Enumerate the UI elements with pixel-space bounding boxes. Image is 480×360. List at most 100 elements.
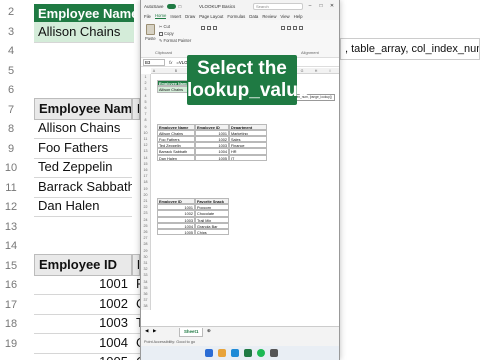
bg-row-number: 12 xyxy=(4,201,18,213)
bg-table3-snack-cell: P xyxy=(132,274,140,295)
bold-icon[interactable] xyxy=(201,26,205,30)
bg-row-number: 5 xyxy=(7,64,15,77)
t2-data-cell[interactable]: IT xyxy=(229,154,267,161)
underline-icon[interactable] xyxy=(213,26,217,30)
format-painter-label: Format Painter xyxy=(163,38,192,43)
tab-review[interactable]: Review xyxy=(262,14,276,19)
tab-view[interactable]: View xyxy=(280,14,289,19)
bg-row-number: 19 xyxy=(4,337,18,350)
bg-top-header-name: Employee Name xyxy=(34,4,134,24)
bg-row-number: 3 xyxy=(7,25,15,38)
bg-top-value: Allison Chains xyxy=(34,22,134,43)
bg-table3-id-cell: 1005 xyxy=(34,352,132,360)
bg-row-number: 4 xyxy=(7,45,15,57)
tab-help[interactable]: Help xyxy=(294,14,303,19)
name-box[interactable]: B3 xyxy=(143,58,165,66)
bg-row-number: 2 xyxy=(7,6,15,18)
column-header[interactable]: G xyxy=(295,68,309,74)
column-header[interactable]: I xyxy=(323,68,337,74)
tab-home[interactable]: Home xyxy=(154,13,167,19)
bg-row-number: 13 xyxy=(4,220,18,233)
tab-page-layout[interactable]: Page Layout xyxy=(199,14,223,19)
tab-file[interactable]: File xyxy=(144,14,151,19)
paste-button[interactable]: Paste xyxy=(145,24,156,41)
save-icon[interactable]: □ xyxy=(179,4,182,9)
paste-label: Paste xyxy=(145,36,156,41)
bg-table3-snack-cell: C xyxy=(132,352,140,360)
caption-line-2: lookup_value xyxy=(187,80,309,101)
copy-button[interactable]: Copy xyxy=(159,31,174,36)
bg-row-number: 18 xyxy=(4,318,18,330)
copy-icon xyxy=(159,31,163,36)
column-header[interactable]: J xyxy=(337,68,339,74)
next-sheet-icon[interactable]: ▶ xyxy=(153,328,156,334)
tab-insert[interactable]: Insert xyxy=(170,14,181,19)
autosave-label: AutoSave xyxy=(144,3,164,9)
title-bar: AutoSave □ VLOOKUP Basics Search – □ ✕ xyxy=(141,0,339,12)
cut-button[interactable]: ✂ Cut xyxy=(159,24,170,29)
align-left-icon[interactable] xyxy=(281,26,285,30)
start-icon[interactable] xyxy=(204,349,213,357)
copy-label: Copy xyxy=(164,31,174,36)
t2-data-cell[interactable]: 1005 xyxy=(195,154,229,161)
sheet-tab-sheet1[interactable]: Sheet1 xyxy=(179,328,204,337)
scissors-icon: ✂ xyxy=(159,24,163,29)
bg-table3-snack-cell: T xyxy=(132,313,140,334)
bg-table3-snack-cell: G xyxy=(132,333,140,354)
taskbar xyxy=(141,346,339,360)
autosave-toggle[interactable] xyxy=(166,3,176,9)
format-painter-button[interactable]: ✎ Format Painter xyxy=(159,38,191,43)
window-title: VLOOKUP Basics xyxy=(199,3,236,9)
bg-table2-header-name: Employee Name xyxy=(34,98,132,120)
caption-overlay: Select the lookup_value xyxy=(187,55,309,105)
minimize-icon[interactable]: – xyxy=(306,3,314,9)
paste-icon xyxy=(145,24,155,35)
add-sheet-icon[interactable]: ⊕ xyxy=(207,328,211,334)
status-bar: Point Accessibility: Good to go xyxy=(141,338,339,346)
row-header[interactable]: 38 xyxy=(141,303,151,310)
close-icon[interactable]: ✕ xyxy=(328,3,336,9)
bg-row-number: 10 xyxy=(4,162,18,174)
align-center-icon[interactable] xyxy=(287,26,291,30)
bg-table3-id-cell: 1003 xyxy=(34,313,132,334)
worksheet-grid[interactable]: ABCDEFGHIJ123456789101112131415161718192… xyxy=(141,68,339,330)
wrap-text-icon[interactable] xyxy=(299,26,303,30)
italic-icon[interactable] xyxy=(207,26,211,30)
bg-table2-name-cell: Ted Zeppelin xyxy=(34,157,132,178)
t3-data-cell[interactable]: Chips xyxy=(195,229,229,236)
maximize-icon[interactable]: □ xyxy=(317,3,325,9)
search-input[interactable]: Search xyxy=(253,2,303,10)
terminal-icon[interactable] xyxy=(269,349,278,357)
tab-data[interactable]: Data xyxy=(249,14,258,19)
bg-row-number: 17 xyxy=(4,298,18,311)
bg-table2-name-cell: Barrack Sabbath xyxy=(34,177,132,198)
bg-row-number: 14 xyxy=(4,240,18,252)
align-right-icon[interactable] xyxy=(293,26,297,30)
screenshot-stage: 2 3 4 5 6 7 8 9 10 11 12 13 14 15 16 17 18 19 Employee Na… xyxy=(0,0,480,360)
browser-icon[interactable] xyxy=(230,349,239,357)
paintbrush-icon: ✎ xyxy=(159,38,163,43)
bg-row-number: 16 xyxy=(4,279,18,291)
column-header[interactable]: H xyxy=(309,68,323,74)
alignment-group-label: Alignment xyxy=(301,50,319,55)
bg-row-number: 11 xyxy=(5,181,17,194)
tab-formulas[interactable]: Formulas xyxy=(227,14,245,19)
t3-data-cell[interactable]: 1005 xyxy=(157,229,195,236)
bg-table3-id-cell: 1002 xyxy=(34,294,132,315)
bg-row-number: 8 xyxy=(7,123,15,135)
bg-formula-fragment: , table_array, col_index_num, [ran xyxy=(340,38,480,60)
prev-sheet-icon[interactable]: ◀ xyxy=(145,328,148,334)
bg-row-number: 6 xyxy=(7,84,15,96)
file-explorer-icon[interactable] xyxy=(217,349,226,357)
tab-draw[interactable]: Draw xyxy=(185,14,195,19)
excel-taskbar-icon[interactable] xyxy=(243,349,252,357)
bg-table3-header-id: Employee ID xyxy=(34,254,132,276)
fx-icon[interactable]: fx xyxy=(169,60,172,65)
bg-row-number: 7 xyxy=(7,103,15,116)
font-group xyxy=(201,26,217,30)
cut-label: Cut xyxy=(163,24,171,29)
caption-line-1: Select the xyxy=(197,58,287,79)
bg-table3-id-cell: 1001 xyxy=(34,274,132,295)
spotify-icon[interactable] xyxy=(256,349,265,357)
t2-data-cell[interactable]: Dan Halen xyxy=(157,154,195,161)
